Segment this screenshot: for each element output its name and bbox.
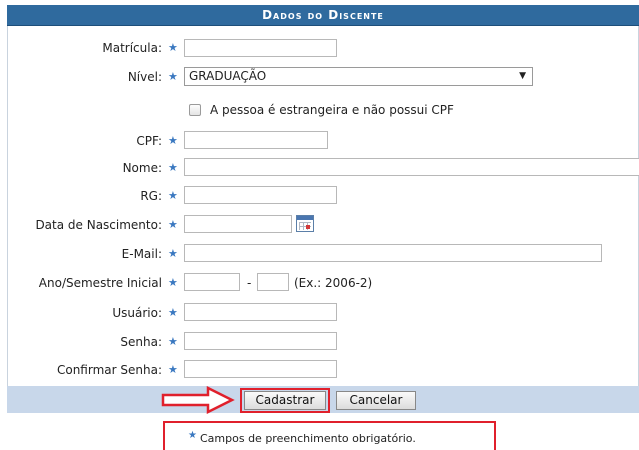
cpf-label: CPF:	[136, 134, 162, 148]
ano-input[interactable]	[184, 273, 240, 291]
nivel-required-icon: ★	[168, 70, 178, 83]
nivel-select[interactable]: GRADUAÇÃO ▼	[184, 67, 533, 86]
usuario-label: Usuário:	[112, 306, 162, 320]
ano-example-text: (Ex.: 2006-2)	[294, 276, 373, 290]
matricula-required-icon: ★	[168, 41, 178, 54]
confirmar-senha-label: Confirmar Senha:	[56, 363, 162, 377]
usuario-required-icon: ★	[168, 306, 178, 319]
nivel-label: Nível:	[127, 70, 162, 84]
cancelar-button[interactable]: Cancelar	[336, 391, 416, 410]
chevron-down-icon: ▼	[519, 71, 526, 81]
cadastrar-button[interactable]: Cadastrar	[244, 391, 326, 410]
matricula-label: Matrícula:	[102, 41, 162, 55]
senha-required-icon: ★	[168, 335, 178, 348]
calendar-icon[interactable]	[296, 215, 314, 232]
required-note-text: Campos de preenchimento obrigatório.	[200, 432, 416, 445]
section-title: Dados do Discente	[262, 8, 384, 22]
confirmar-senha-required-icon: ★	[168, 363, 178, 376]
nome-input[interactable]	[184, 158, 639, 176]
confirmar-senha-input[interactable]	[184, 360, 337, 378]
email-required-icon: ★	[168, 247, 178, 260]
email-label: E-Mail:	[121, 247, 162, 261]
estrangeira-label: A pessoa é estrangeira e não possui CPF	[210, 103, 454, 117]
nascimento-input[interactable]	[184, 215, 292, 233]
ano-separator: -	[247, 276, 252, 290]
matricula-input[interactable]	[184, 39, 337, 57]
nivel-selected-value: GRADUAÇÃO	[189, 69, 267, 83]
ano-semestre-label: Ano/Semestre Inicial	[38, 276, 162, 290]
rg-required-icon: ★	[168, 189, 178, 202]
required-note-icon: ★	[188, 430, 197, 441]
rg-input[interactable]	[184, 186, 337, 204]
senha-label: Senha:	[120, 335, 162, 349]
nascimento-label: Data de Nascimento:	[35, 218, 162, 232]
estrangeira-checkbox[interactable]	[189, 104, 201, 116]
rg-label: RG:	[140, 189, 162, 203]
nome-required-icon: ★	[168, 161, 178, 174]
cpf-input[interactable]	[184, 131, 328, 149]
ano-semestre-required-icon: ★	[168, 276, 178, 289]
nascimento-required-icon: ★	[168, 218, 178, 231]
section-header: Dados do Discente	[7, 5, 639, 26]
cpf-required-icon: ★	[168, 134, 178, 147]
nome-label: Nome:	[122, 161, 162, 175]
email-input[interactable]	[184, 244, 602, 262]
red-arrow-icon	[161, 386, 235, 414]
semestre-input[interactable]	[257, 273, 289, 291]
usuario-input[interactable]	[184, 303, 337, 321]
senha-input[interactable]	[184, 332, 337, 350]
